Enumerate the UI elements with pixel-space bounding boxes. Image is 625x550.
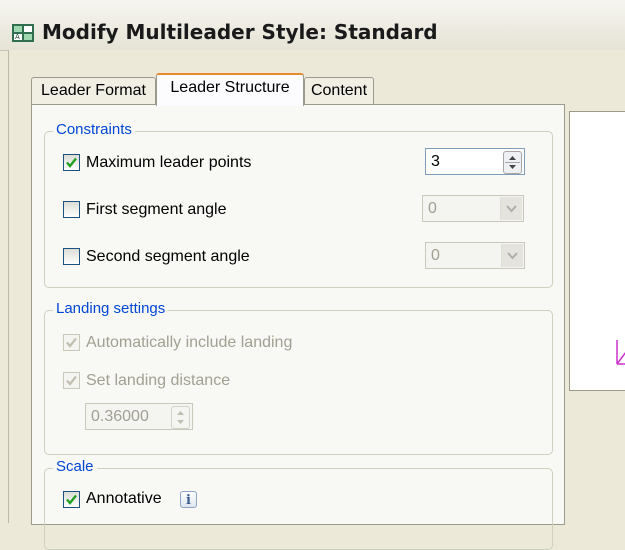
set-landing-distance-label: Set landing distance xyxy=(86,372,231,389)
max-leader-points-label: Maximum leader points xyxy=(86,154,252,171)
spinner-buttons[interactable] xyxy=(171,406,190,429)
chevron-down-icon[interactable] xyxy=(500,197,522,220)
leader-preview-icon xyxy=(616,340,625,365)
spinner-arrows-icon xyxy=(177,411,184,424)
chevron-down-icon[interactable] xyxy=(501,244,523,267)
spinner-buttons[interactable] xyxy=(503,151,522,174)
first-segment-angle-checkbox[interactable] xyxy=(63,201,80,218)
second-segment-angle-select[interactable]: 0 xyxy=(425,242,525,269)
first-segment-angle-label: First segment angle xyxy=(86,201,227,218)
checkmark-icon xyxy=(66,494,77,505)
annotative-checkbox[interactable] xyxy=(63,491,80,508)
checkmark-icon xyxy=(66,375,77,386)
max-leader-points-checkbox[interactable] xyxy=(63,154,80,171)
max-leader-points-input[interactable]: 3 xyxy=(425,148,525,175)
info-icon[interactable]: i xyxy=(180,491,197,508)
auto-include-landing-label: Automatically include landing xyxy=(86,334,293,351)
first-segment-angle-value: 0 xyxy=(428,200,437,217)
tab-label: Leader Structure xyxy=(170,79,290,96)
second-segment-angle-value: 0 xyxy=(431,247,440,264)
multileader-style-icon: A xyxy=(12,24,34,42)
set-landing-distance-checkbox[interactable] xyxy=(63,372,80,389)
svg-text:A: A xyxy=(15,33,20,41)
title-bar[interactable]: A Modify Multileader Style: Standard xyxy=(0,0,625,51)
second-segment-angle-label: Second segment angle xyxy=(86,248,250,265)
max-leader-points-value: 3 xyxy=(431,153,440,170)
landing-distance-value: 0.36000 xyxy=(91,408,149,425)
first-segment-angle-select[interactable]: 0 xyxy=(422,195,524,222)
tab-content[interactable]: Content xyxy=(304,77,374,105)
checkmark-icon xyxy=(66,337,77,348)
constraints-legend: Constraints xyxy=(53,121,135,138)
tab-label: Content xyxy=(310,82,368,99)
tab-panel: Constraints Maximum leader points 3 Firs… xyxy=(31,104,565,550)
scale-legend: Scale xyxy=(53,458,97,475)
tab-label: Leader Format xyxy=(41,82,146,99)
scale-group: Scale xyxy=(44,458,553,550)
second-segment-angle-checkbox[interactable] xyxy=(63,248,80,265)
checkmark-icon xyxy=(66,157,77,168)
preview-pane xyxy=(569,111,625,391)
spinner-arrows-icon xyxy=(505,156,520,169)
info-icon-glyph: i xyxy=(186,493,191,508)
annotative-label: Annotative xyxy=(86,490,162,507)
tab-leader-structure[interactable]: Leader Structure xyxy=(156,73,304,106)
window-title: Modify Multileader Style: Standard xyxy=(42,20,438,44)
landing-distance-input[interactable]: 0.36000 xyxy=(85,403,193,430)
landing-settings-legend: Landing settings xyxy=(53,300,169,317)
tab-leader-format[interactable]: Leader Format xyxy=(31,77,156,105)
auto-include-landing-checkbox[interactable] xyxy=(63,334,80,351)
